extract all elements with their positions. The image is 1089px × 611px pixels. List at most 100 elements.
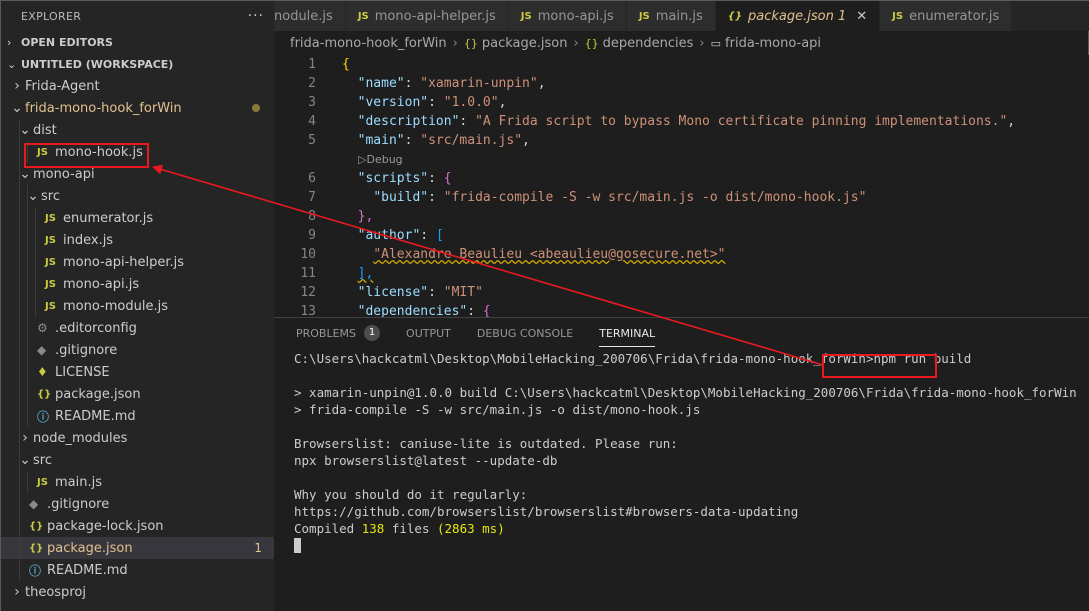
tab-label: mono-api-helper.js: [374, 8, 496, 24]
chevron-right-icon: ›: [7, 35, 12, 49]
tree-item[interactable]: JS mono-module.js: [1, 295, 274, 317]
indent-guide: [35, 295, 36, 317]
breadcrumb-item[interactable]: frida-mono-api: [725, 36, 821, 51]
tree-item[interactable]: {} package.json 1: [1, 537, 274, 559]
tree-item-label: mono-api-helper.js: [63, 254, 185, 270]
panel-tab-terminal[interactable]: TERMINAL: [599, 322, 655, 347]
code-line: 10 "Alexandre Beaulieu <abeaulieu@gosecu…: [274, 245, 1089, 264]
json-key: "author": [357, 228, 421, 243]
workspace-section[interactable]: ⌄ UNTITLED (WORKSPACE): [1, 53, 274, 75]
editor-tab[interactable]: JS mono-api.js: [508, 1, 627, 31]
json-value: "MIT": [443, 285, 483, 300]
line-number: 4: [308, 114, 316, 129]
tree-item[interactable]: › theosproj: [1, 581, 274, 603]
tree-item[interactable]: ◆ .gitignore: [1, 493, 274, 515]
indent-guide: [19, 339, 20, 361]
explorer-title: EXPLORER: [21, 9, 82, 23]
editor-tab[interactable]: {} package.json 1 ✕: [715, 1, 881, 31]
debug-codelens[interactable]: ▷ Debug: [274, 150, 1089, 169]
terminal-output-line: > xamarin-unpin@1.0.0 build C:\Users\hac…: [294, 385, 1077, 400]
breadcrumb: frida-mono-hook_forWin › {} package.json › {}…: [274, 31, 1089, 55]
bottom-panel: PROBLEMS 1 OUTPUT DEBUG CONSOLE TERMINAL C:\…: [274, 317, 1089, 611]
line-number: 9: [308, 228, 316, 243]
indent-guide: [35, 207, 36, 229]
code-content: "license": "MIT": [357, 285, 483, 300]
line-number: 6: [308, 171, 316, 186]
json-value: "Alexandre Beaulieu <abeaulieu@gosecure.…: [373, 247, 726, 262]
tree-item-label: README.md: [55, 408, 136, 424]
close-icon[interactable]: ✕: [856, 9, 867, 24]
breadcrumb-item[interactable]: dependencies: [603, 36, 694, 51]
explorer-header: EXPLORER ···: [1, 1, 274, 31]
tree-item[interactable]: JS mono-api.js: [1, 273, 274, 295]
line-number: 13: [300, 304, 316, 317]
tree-item[interactable]: JS index.js: [1, 229, 274, 251]
open-editors-section[interactable]: › OPEN EDITORS: [1, 31, 274, 53]
line-number: 1: [308, 57, 316, 72]
panel-tab-problems[interactable]: PROBLEMS 1: [296, 322, 381, 344]
code-line: 8 },: [274, 207, 1089, 226]
indent-guide: [35, 273, 36, 295]
more-actions-icon[interactable]: ···: [248, 8, 264, 24]
code-line: 2 "name": "xamarin-unpin",: [274, 74, 1089, 93]
tree-item-label: theosproj: [25, 584, 86, 600]
code-line: 11 ],: [274, 264, 1089, 283]
tree-item[interactable]: ⓘ README.md: [1, 559, 274, 581]
line-number: 2: [308, 76, 316, 91]
code-token: ],: [357, 266, 374, 281]
tree-item[interactable]: ♦ LICENSE: [1, 361, 274, 383]
panel-tabs: PROBLEMS 1 OUTPUT DEBUG CONSOLE TERMINAL: [274, 322, 1089, 347]
indent-guide: [27, 361, 28, 383]
tree-item-label: mono-api.js: [63, 276, 140, 292]
json-key: "dependencies": [357, 304, 468, 317]
editor-tab[interactable]: nodule.js: [274, 1, 346, 31]
tree-item[interactable]: › node_modules: [1, 427, 274, 449]
compiled-time: (2863 ms): [437, 521, 505, 536]
javascript-file-icon: JS: [638, 10, 650, 22]
tree-item[interactable]: ⌄ frida-mono-hook_forWin: [1, 97, 274, 119]
tree-item[interactable]: ⓘ README.md: [1, 405, 274, 427]
panel-tab-output[interactable]: OUTPUT: [406, 322, 451, 344]
breadcrumb-item[interactable]: package.json: [482, 36, 568, 51]
indent-guide: [27, 295, 28, 317]
breadcrumb-item[interactable]: frida-mono-hook_forWin: [290, 36, 447, 51]
problems-count-badge: 1: [364, 325, 381, 341]
code-line: 12 "license": "MIT": [274, 283, 1089, 302]
indent-guide: [19, 471, 20, 493]
terminal-output-line: Why you should do it regularly:: [294, 487, 528, 502]
editor-tab[interactable]: JS enumerator.js: [880, 1, 1013, 31]
tree-item[interactable]: JS main.js: [1, 471, 274, 493]
indent-guide: [27, 405, 28, 427]
tree-item-label: src: [33, 452, 52, 468]
editor-tab[interactable]: JS main.js: [626, 1, 716, 31]
tree-item[interactable]: {} package-lock.json: [1, 515, 274, 537]
tree-item[interactable]: JS mono-api-helper.js: [1, 251, 274, 273]
terminal-blank: [294, 418, 1082, 435]
editor-tab[interactable]: JS mono-api-helper.js: [345, 1, 509, 31]
tree-item-label: README.md: [47, 562, 128, 578]
tab-label: enumerator.js: [909, 8, 1000, 24]
tree-item[interactable]: › Frida-Agent: [1, 75, 274, 97]
code-content: {: [316, 57, 350, 72]
workspace-label: UNTITLED (WORKSPACE): [21, 57, 174, 71]
tree-item[interactable]: {} package.json: [1, 383, 274, 405]
tree-item[interactable]: ⌄ src: [1, 449, 274, 471]
code-content: ],: [316, 266, 374, 281]
tree-item[interactable]: ⌄ src: [1, 185, 274, 207]
debug-icon: ▷: [358, 153, 367, 166]
indent-guide: [19, 361, 20, 383]
tree-item[interactable]: ⌄ dist: [1, 119, 274, 141]
terminal-compiled-line: Compiled 138 files (2863 ms): [294, 520, 1082, 537]
chevron-right-icon: ›: [699, 35, 705, 51]
tree-item[interactable]: ◆ .gitignore: [1, 339, 274, 361]
indent-guide: [27, 207, 28, 229]
terminal[interactable]: C:\Users\hackcatml\Desktop\MobileHacking…: [294, 350, 1082, 554]
tree-item-label: index.js: [63, 232, 114, 248]
editor-tabs: nodule.js JS mono-api-helper.js JS mono-api.…: [274, 1, 1089, 31]
code-editor[interactable]: 1{2 "name": "xamarin-unpin", 3 "version":…: [274, 55, 1089, 317]
tree-item[interactable]: JS enumerator.js: [1, 207, 274, 229]
code-line: 6 "scripts": {: [274, 169, 1089, 188]
tree-item-label: Frida-Agent: [25, 78, 100, 94]
panel-tab-debug-console[interactable]: DEBUG CONSOLE: [477, 322, 573, 344]
tree-item[interactable]: ⚙ .editorconfig: [1, 317, 274, 339]
